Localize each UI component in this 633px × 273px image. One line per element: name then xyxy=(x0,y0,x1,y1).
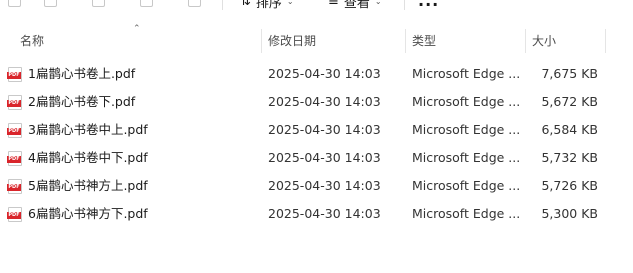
column-header-size[interactable]: 大小 xyxy=(532,27,556,55)
chevron-down-icon: ⌄ xyxy=(374,0,382,6)
file-size: 7,675 KB xyxy=(541,66,598,81)
file-type: Microsoft Edge ... xyxy=(412,206,521,221)
file-name: 5扁鹊心书神方上.pdf xyxy=(28,178,148,193)
pdf-file-icon: PDF xyxy=(7,95,22,110)
file-row[interactable]: PDF 5扁鹊心书神方上.pdf 2025-04-30 14:03 Micros… xyxy=(0,172,633,200)
pdf-file-icon: PDF xyxy=(7,151,22,166)
file-type: Microsoft Edge ... xyxy=(412,178,521,193)
column-divider[interactable] xyxy=(605,29,606,53)
column-divider[interactable] xyxy=(405,29,406,53)
file-modified: 2025-04-30 14:03 xyxy=(268,66,381,81)
file-name: 6扁鹊心书神方下.pdf xyxy=(28,206,148,221)
file-row[interactable]: PDF 2扁鹊心书卷下.pdf 2025-04-30 14:03 Microso… xyxy=(0,88,633,116)
column-divider[interactable] xyxy=(525,29,526,53)
sort-label: 排序 xyxy=(255,0,282,11)
view-label: 查看 xyxy=(343,0,370,11)
column-header-name[interactable]: 名称 xyxy=(20,27,44,55)
file-name: 3扁鹊心书卷中上.pdf xyxy=(28,122,148,137)
file-name: 4扁鹊心书卷中下.pdf xyxy=(28,150,148,165)
file-modified: 2025-04-30 14:03 xyxy=(268,150,381,165)
command-bar: ⇅ 排序 ⌄ ≡ 查看 ⌄ ... xyxy=(0,0,633,14)
file-modified: 2025-04-30 14:03 xyxy=(268,94,381,109)
toolbar-divider xyxy=(222,0,223,10)
pdf-file-icon: PDF xyxy=(7,207,22,222)
file-modified: 2025-04-30 14:03 xyxy=(268,206,381,221)
column-divider[interactable] xyxy=(261,29,262,53)
file-size: 5,726 KB xyxy=(541,178,598,193)
file-row[interactable]: PDF 3扁鹊心书卷中上.pdf 2025-04-30 14:03 Micros… xyxy=(0,116,633,144)
view-button[interactable]: ≡ 查看 ⌄ xyxy=(328,0,382,11)
file-row[interactable]: PDF 6扁鹊心书神方下.pdf 2025-04-30 14:03 Micros… xyxy=(0,200,633,228)
pdf-file-icon: PDF xyxy=(7,179,22,194)
file-size: 5,672 KB xyxy=(541,94,598,109)
file-size: 5,300 KB xyxy=(541,206,598,221)
file-name: 2扁鹊心书卷下.pdf xyxy=(28,94,136,109)
pdf-file-icon: PDF xyxy=(7,123,22,138)
view-icon: ≡ xyxy=(328,0,339,9)
toolbar-divider xyxy=(404,0,405,10)
sort-button[interactable]: ⇅ 排序 ⌄ xyxy=(240,0,294,11)
delete-icon[interactable] xyxy=(188,0,201,7)
file-type: Microsoft Edge ... xyxy=(412,94,521,109)
column-header-type[interactable]: 类型 xyxy=(412,27,436,55)
chevron-down-icon: ⌄ xyxy=(286,0,294,6)
file-row[interactable]: PDF 4扁鹊心书卷中下.pdf 2025-04-30 14:03 Micros… xyxy=(0,144,633,172)
file-type: Microsoft Edge ... xyxy=(412,66,521,81)
file-name: 1扁鹊心书卷上.pdf xyxy=(28,66,136,81)
cut-icon[interactable] xyxy=(8,0,21,7)
copy-icon[interactable] xyxy=(44,0,57,7)
file-type: Microsoft Edge ... xyxy=(412,122,521,137)
sort-icon: ⇅ xyxy=(240,0,251,9)
file-type: Microsoft Edge ... xyxy=(412,150,521,165)
file-row[interactable]: PDF 1扁鹊心书卷上.pdf 2025-04-30 14:03 Microso… xyxy=(0,60,633,88)
file-size: 6,584 KB xyxy=(541,122,598,137)
column-header-row: ⌃ 名称 修改日期 类型 大小 xyxy=(0,24,633,55)
file-list: PDF 1扁鹊心书卷上.pdf 2025-04-30 14:03 Microso… xyxy=(0,60,633,228)
file-modified: 2025-04-30 14:03 xyxy=(268,178,381,193)
sort-ascending-icon: ⌃ xyxy=(133,24,141,34)
column-header-modified[interactable]: 修改日期 xyxy=(268,27,316,55)
file-modified: 2025-04-30 14:03 xyxy=(268,122,381,137)
more-options-button[interactable]: ... xyxy=(418,0,439,10)
paste-icon[interactable] xyxy=(92,0,105,7)
file-size: 5,732 KB xyxy=(541,150,598,165)
pdf-file-icon: PDF xyxy=(7,67,22,82)
share-icon[interactable] xyxy=(140,0,153,7)
